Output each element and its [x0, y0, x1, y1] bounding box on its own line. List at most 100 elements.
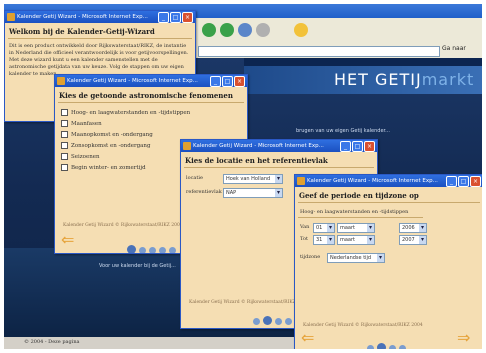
back-icon[interactable] [202, 23, 216, 37]
option-label: Begin winter- en zomertijd [71, 165, 146, 171]
minimize-icon[interactable]: _ [158, 12, 169, 23]
option-sunrise[interactable]: Zonsopkomst en -ondergang [61, 142, 151, 149]
divider [298, 217, 423, 218]
ie-icon [57, 77, 65, 85]
step-dot[interactable] [253, 318, 260, 325]
step-dot[interactable] [399, 345, 406, 349]
step-dot[interactable] [159, 247, 166, 253]
period-heading: Geef de periode en tijdzone op [299, 191, 419, 200]
checkbox[interactable] [61, 120, 68, 127]
maximize-icon[interactable]: □ [458, 176, 469, 187]
phenomena-footer: Kalender Getij Wizard © Rijkswaterstaat/… [63, 223, 183, 228]
period-footer: Kalender Getij Wizard © Rijkswaterstaat/… [303, 323, 423, 328]
step-dot[interactable] [377, 343, 386, 349]
step-dot[interactable] [169, 247, 176, 253]
site-logo: HET GETIJmarkt [334, 70, 474, 89]
option-moon-phases[interactable]: Maanfasen [61, 120, 102, 127]
refresh-icon[interactable] [238, 23, 252, 37]
logo-text-2: markt [421, 70, 475, 89]
to-year-select[interactable]: 2007 [399, 235, 427, 245]
ie-icon [7, 13, 15, 21]
window-controls: _ □ × [445, 176, 481, 187]
period-title-bar[interactable]: Kalender Getij Wizard - Microsoft Intern… [295, 175, 482, 187]
maximize-icon[interactable]: □ [352, 141, 363, 152]
checkbox[interactable] [61, 142, 68, 149]
reference-select[interactable]: NAP [223, 188, 283, 198]
next-arrow-icon[interactable]: ⇒ [457, 330, 470, 346]
option-tides[interactable]: Hoog- en laagwaterstanden en -tijdstippe… [61, 109, 190, 116]
location-footer: Kalender Getij Wizard © Rijkswaterstaat/… [189, 300, 309, 305]
checkbox[interactable] [61, 153, 68, 160]
location-select[interactable]: Hoek van Holland [223, 174, 283, 184]
step-dot[interactable] [149, 247, 156, 253]
close-icon[interactable]: × [182, 12, 193, 23]
divider [8, 38, 192, 39]
from-day-select[interactable]: 01 [313, 223, 335, 233]
location-heading: Kies de locatie en het referentievlak [185, 156, 328, 165]
to-month-select[interactable]: maart [337, 235, 375, 245]
from-month-select[interactable]: maart [337, 223, 375, 233]
close-icon[interactable]: × [234, 76, 245, 87]
option-label: Zonsopkomst en -ondergang [71, 143, 151, 149]
logo-text-1: HET GETIJ [334, 70, 422, 89]
back-arrow-icon[interactable]: ⇐ [61, 232, 74, 248]
option-dst[interactable]: Begin winter- en zomertijd [61, 164, 146, 171]
window-controls: _ □ × [209, 76, 245, 87]
timezone-select[interactable]: Nederlandse tijd [327, 253, 385, 263]
to-label: Tot [300, 236, 308, 242]
go-button[interactable]: Ga naar [442, 45, 466, 52]
option-seasons[interactable]: Seizoenen [61, 153, 100, 160]
maximize-icon[interactable]: □ [222, 76, 233, 87]
back-arrow-icon[interactable]: ⇐ [301, 330, 314, 346]
divider [58, 102, 244, 103]
checkbox[interactable] [61, 109, 68, 116]
welcome-title-bar[interactable]: Kalender Getij Wizard - Microsoft Intern… [5, 11, 195, 23]
minimize-icon[interactable]: _ [210, 76, 221, 87]
step-dot[interactable] [285, 318, 292, 325]
option-moonrise[interactable]: Maanopkomst en -ondergang [61, 131, 153, 138]
phenomena-title-bar[interactable]: Kalender Getij Wizard - Microsoft Intern… [55, 75, 247, 87]
step-nav [367, 337, 409, 349]
site-text-1: brugen van uw eigen Getij kalender... [296, 128, 390, 134]
ie-icon [297, 177, 305, 185]
step-nav [253, 310, 295, 325]
location-title-text: Kalender Getij Wizard - Microsoft Intern… [193, 143, 324, 149]
welcome-paragraph: Dit is een product ontwikkeld door Rijks… [9, 43, 189, 77]
minimize-icon[interactable]: _ [446, 176, 457, 187]
window-controls: _ □ × [157, 12, 193, 23]
checkbox[interactable] [61, 164, 68, 171]
window-controls: _ □ × [339, 141, 375, 152]
welcome-heading: Welkom bij de Kalender-Getij-Wizard [9, 27, 155, 36]
step-dot[interactable] [139, 247, 146, 253]
step-dot[interactable] [263, 316, 272, 325]
address-input[interactable] [198, 46, 440, 57]
from-label: Van [300, 224, 310, 230]
checkbox[interactable] [61, 131, 68, 138]
option-label: Seizoenen [71, 154, 100, 160]
welcome-title-text: Kalender Getij Wizard - Microsoft Intern… [17, 14, 148, 20]
option-label: Maanfasen [71, 121, 102, 127]
step-dot[interactable] [127, 245, 136, 253]
favorites-icon[interactable] [294, 23, 308, 37]
step-dot[interactable] [275, 318, 282, 325]
maximize-icon[interactable]: □ [170, 12, 181, 23]
minimize-icon[interactable]: _ [340, 141, 351, 152]
divider [184, 167, 374, 168]
address-bar: Ga naar [194, 44, 482, 59]
period-dialog: Kalender Getij Wizard - Microsoft Intern… [294, 174, 482, 349]
option-label: Maanopkomst en -ondergang [71, 132, 153, 138]
close-icon[interactable]: × [364, 141, 375, 152]
step-dot[interactable] [389, 345, 396, 349]
forward-icon[interactable] [220, 23, 234, 37]
home-icon[interactable] [256, 23, 270, 37]
step-nav [127, 239, 179, 253]
step-dot[interactable] [367, 345, 374, 349]
close-icon[interactable]: × [470, 176, 481, 187]
from-year-select[interactable]: 2006 [399, 223, 427, 233]
ie-icon [183, 142, 191, 150]
to-day-select[interactable]: 31 [313, 235, 335, 245]
screenshot-stage: Ga naar HET GETIJmarkt brugen van uw eig… [4, 4, 482, 349]
location-title-bar[interactable]: Kalender Getij Wizard - Microsoft Intern… [181, 140, 377, 152]
phenomena-heading: Kies de getoonde astronomische fenomenen [59, 91, 233, 100]
period-title-text: Kalender Getij Wizard - Microsoft Intern… [307, 178, 438, 184]
